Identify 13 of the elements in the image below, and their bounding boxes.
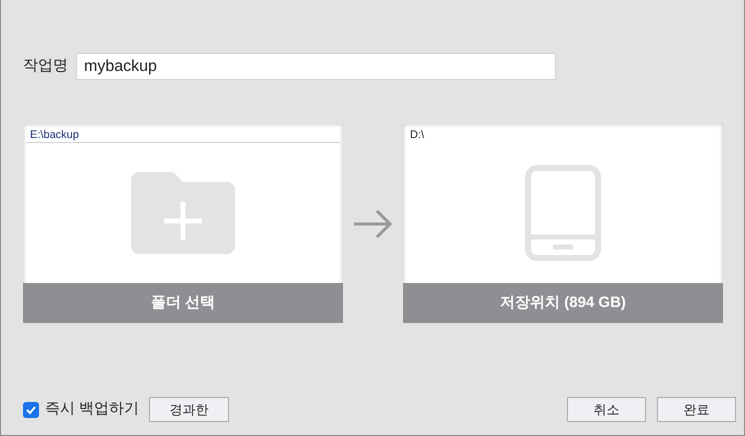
dialog-button[interactable]: 취소	[567, 397, 646, 422]
instant-backup-label: 즉시 백업하기	[45, 399, 140, 420]
dialog-button[interactable]: 완료	[657, 397, 736, 422]
drive-icon	[525, 165, 601, 261]
instant-backup-checkbox[interactable]	[23, 402, 39, 418]
job-name-field[interactable]: mybackup	[76, 53, 556, 80]
target-path: D:\	[409, 128, 426, 143]
job-name-label: 작업명	[23, 56, 68, 76]
folder-plus-icon	[131, 172, 235, 254]
arrow-icon	[353, 208, 393, 238]
source-path: E:\backup	[26, 127, 340, 143]
elapsed-button[interactable]: 경과한	[149, 397, 230, 422]
check-icon	[25, 404, 37, 416]
